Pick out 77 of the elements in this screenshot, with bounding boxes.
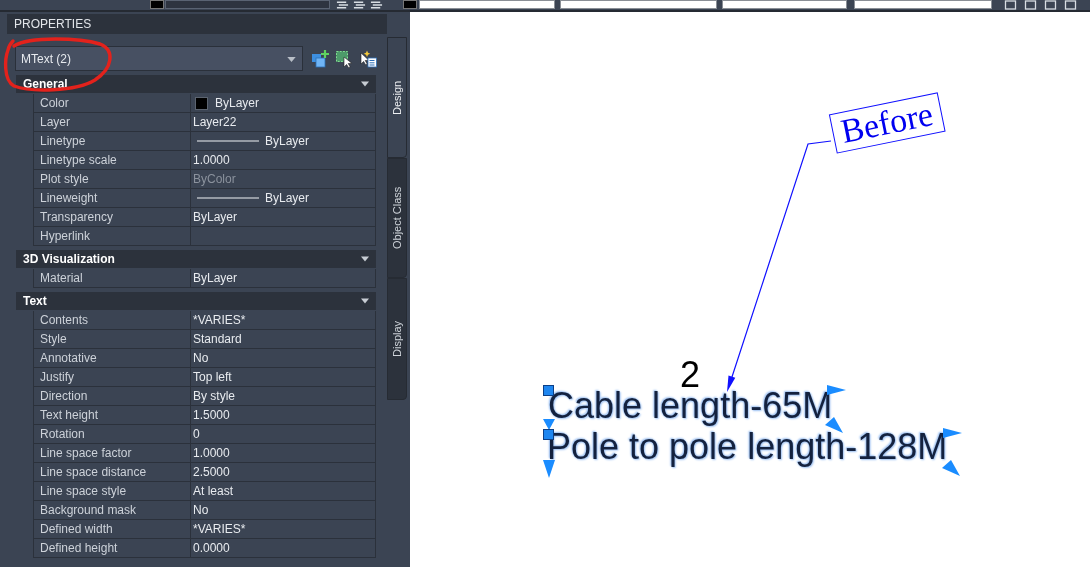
stacked-sheets-icon[interactable] <box>370 0 383 10</box>
property-label: Line space distance <box>40 465 147 479</box>
property-label: Rotation <box>40 427 85 441</box>
property-label: Linetype scale <box>40 153 117 167</box>
property-label: Lineweight <box>40 191 98 205</box>
property-label: Plot style <box>40 172 89 186</box>
property-value[interactable]: Standard <box>193 332 242 346</box>
property-label: Line space factor <box>40 446 132 460</box>
line-sample-icon <box>197 196 259 200</box>
grip-arrow-icon[interactable] <box>943 428 962 438</box>
window-icon[interactable] <box>1064 0 1077 10</box>
property-label: Defined height <box>40 541 118 555</box>
property-label: Transparency <box>40 210 113 224</box>
grip-arrow-icon[interactable] <box>543 460 555 478</box>
property-label: Line space style <box>40 484 127 498</box>
property-value[interactable]: ByLayer <box>265 191 310 205</box>
add-squares-icon[interactable] <box>311 49 329 68</box>
side-tab[interactable]: Object Class <box>387 158 407 278</box>
property-value[interactable]: 1.0000 <box>193 153 230 167</box>
property-value[interactable]: *VARIES* <box>193 313 246 327</box>
property-value[interactable]: *VARIES* <box>193 522 246 536</box>
empty-value-field[interactable] <box>191 227 376 246</box>
property-value[interactable]: ByLayer <box>193 210 238 224</box>
property-label: Style <box>40 332 67 346</box>
property-label: Background mask <box>40 503 137 517</box>
property-value[interactable]: Layer22 <box>193 115 237 129</box>
selection-dropdown[interactable]: MText (2) <box>15 46 303 71</box>
property-label: Justify <box>40 370 74 384</box>
layer-dropdown[interactable] <box>165 0 330 9</box>
property-label: Color <box>40 96 69 110</box>
property-label: Linetype <box>40 134 86 148</box>
property-value[interactable]: ByLayer <box>265 134 310 148</box>
section-header[interactable]: Text <box>16 292 376 310</box>
select-cursor-icon[interactable] <box>335 49 353 68</box>
palette-title: PROPERTIES <box>14 17 92 31</box>
stacked-sheets-icon[interactable] <box>353 0 366 10</box>
stacked-sheets-icon[interactable] <box>336 0 349 10</box>
property-value[interactable]: At least <box>193 484 234 498</box>
property-label: Defined width <box>40 522 113 536</box>
property-value: ByColor <box>193 172 236 186</box>
property-value[interactable]: 0.0000 <box>193 541 230 555</box>
mtext-line[interactable]: Pole to pole length-128M <box>547 429 948 465</box>
dropdown-field[interactable] <box>560 0 717 9</box>
callout-label: Before <box>828 92 946 154</box>
side-tab[interactable]: Display <box>387 278 407 400</box>
property-label: Contents <box>40 313 89 327</box>
window-icon[interactable] <box>1044 0 1057 10</box>
color-swatch-icon <box>403 0 417 9</box>
property-label: Material <box>40 271 83 285</box>
property-value[interactable]: 1.0000 <box>193 446 230 460</box>
property-value[interactable]: ByLayer <box>215 96 260 110</box>
cursor-list-icon[interactable] <box>359 49 377 68</box>
property-value[interactable]: 1.5000 <box>193 408 230 422</box>
property-value[interactable]: By style <box>193 389 235 403</box>
section-header[interactable]: 3D Visualization <box>16 250 376 268</box>
property-label: Text height <box>40 408 99 422</box>
window-icon[interactable] <box>1024 0 1037 10</box>
property-value[interactable]: No <box>193 351 209 365</box>
property-value[interactable]: 2.5000 <box>193 465 230 479</box>
side-tab[interactable]: Design <box>387 37 407 158</box>
line-sample-icon <box>197 139 259 143</box>
grip-arrow-icon[interactable] <box>543 419 555 430</box>
property-value[interactable]: ByLayer <box>193 271 238 285</box>
dropdown-field[interactable] <box>854 0 992 9</box>
dropdown-field[interactable] <box>419 0 555 9</box>
property-label: Direction <box>40 389 88 403</box>
window-icon[interactable] <box>1004 0 1017 10</box>
property-label: Hyperlink <box>40 229 90 243</box>
property-value[interactable]: No <box>193 503 209 517</box>
property-value[interactable]: Top left <box>193 370 232 384</box>
property-label: Layer <box>40 115 71 129</box>
property-value[interactable]: 0 <box>193 427 200 441</box>
property-label: Annotative <box>40 351 97 365</box>
color-swatch-icon <box>150 0 164 9</box>
section-header[interactable]: General <box>16 75 376 93</box>
dropdown-field[interactable] <box>722 0 847 9</box>
caret-icon <box>287 57 296 62</box>
